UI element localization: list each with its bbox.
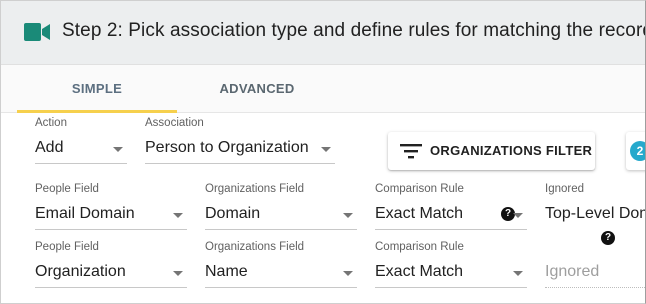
people-field-select[interactable]: Email Domain	[35, 200, 187, 230]
ignored-placeholder: Ignored	[545, 263, 600, 280]
people-field-value: Email Domain	[35, 205, 135, 222]
chevron-down-icon	[343, 271, 353, 276]
organizations-field-label: Organizations Field	[205, 241, 305, 253]
organizations-field-value: Domain	[205, 205, 261, 222]
people-field-value: Organization	[35, 263, 126, 280]
help-icon[interactable]: ?	[601, 231, 615, 245]
comparison-rule-value: Exact Match	[375, 263, 464, 280]
step-title: Step 2: Pick association type and define…	[62, 20, 646, 41]
organizations-field-value: Name	[205, 263, 248, 280]
chevron-down-icon	[513, 271, 523, 276]
chevron-down-icon	[173, 271, 183, 276]
association-select-value: Person to Organization	[145, 139, 309, 156]
association-select[interactable]: Person to Organization	[145, 134, 335, 164]
count-badge: 2	[630, 141, 645, 161]
chevron-down-icon	[113, 147, 123, 152]
comparison-rule-label: Comparison Rule	[375, 183, 464, 195]
ignored-select-disabled: Ignored	[545, 258, 645, 288]
action-select-value: Add	[35, 139, 64, 156]
action-label: Action	[35, 117, 67, 129]
organizations-field-label: Organizations Field	[205, 183, 305, 195]
organizations-field-select[interactable]: Domain	[205, 200, 357, 230]
step-header: Step 2: Pick association type and define…	[1, 1, 646, 65]
comparison-rule-value: Exact Match	[375, 205, 464, 222]
organizations-filter-button[interactable]: ORGANIZATIONS FILTER	[388, 132, 595, 170]
ignored-value: Top-Level Domains	[545, 205, 645, 222]
wizard-panel: Step 2: Pick association type and define…	[0, 0, 646, 304]
comparison-rule-select[interactable]: Exact Match	[375, 258, 527, 288]
chevron-down-icon	[343, 213, 353, 218]
chevron-down-icon	[173, 213, 183, 218]
active-tab-indicator	[17, 110, 177, 113]
filter-list-icon	[400, 144, 422, 159]
organizations-field-select[interactable]: Name	[205, 258, 357, 288]
tab-advanced[interactable]: ADVANCED	[177, 65, 337, 113]
comparison-rule-select[interactable]: Exact Match ?	[375, 200, 527, 230]
association-label: Association	[145, 117, 204, 129]
badge-button[interactable]: 2	[626, 132, 645, 170]
tab-simple[interactable]: SIMPLE	[17, 65, 177, 113]
video-camera-icon	[24, 23, 50, 41]
action-select[interactable]: Add	[35, 134, 127, 164]
organizations-filter-label: ORGANIZATIONS FILTER	[430, 143, 593, 158]
comparison-rule-label: Comparison Rule	[375, 241, 464, 253]
people-field-label: People Field	[35, 183, 99, 195]
mode-tabs: SIMPLE ADVANCED	[1, 65, 645, 113]
chevron-down-icon	[513, 213, 523, 218]
people-field-select[interactable]: Organization	[35, 258, 187, 288]
people-field-label: People Field	[35, 241, 99, 253]
ignored-select[interactable]: Top-Level Domains	[545, 200, 645, 230]
ignored-label: Ignored	[545, 183, 585, 195]
chevron-down-icon	[321, 147, 331, 152]
